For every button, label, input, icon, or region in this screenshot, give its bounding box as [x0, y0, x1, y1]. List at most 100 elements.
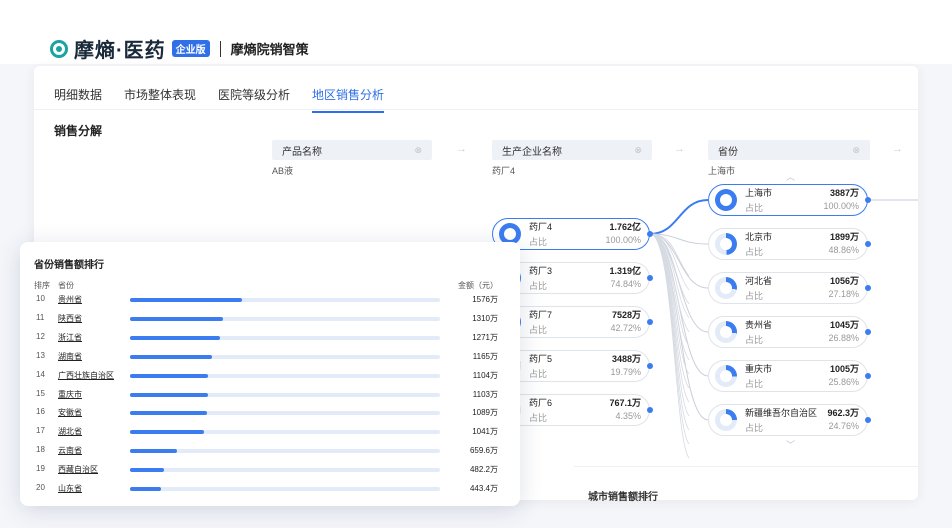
- company-pct: 42.72%: [610, 323, 641, 333]
- brand-logo[interactable]: 摩熵·医药 企业版 摩熵院销智策: [50, 34, 309, 63]
- bar-fill: [130, 335, 220, 340]
- table-row: 20 山东省 443.4万: [20, 483, 520, 501]
- filter-province-value: 上海市: [708, 166, 736, 176]
- table-row: 14 广西壮族自治区 1104万: [20, 370, 520, 388]
- bar-fill: [130, 316, 223, 321]
- amount-value: 659.6万: [469, 446, 498, 456]
- province-link[interactable]: 湖北省: [58, 426, 82, 437]
- bar-fill: [130, 373, 209, 378]
- table-row: 13 湖南省 1165万: [20, 351, 520, 369]
- rank-number: 20: [36, 483, 45, 492]
- bar-fill: [130, 354, 213, 359]
- filter-product[interactable]: 产品名称 ⊗: [272, 140, 432, 160]
- amount-value: 482.2万: [469, 465, 498, 475]
- province-link[interactable]: 安徽省: [58, 407, 82, 418]
- bar-fill: [130, 411, 208, 416]
- province-link[interactable]: 贵州省: [58, 294, 82, 305]
- company-pct: 74.84%: [610, 279, 641, 289]
- province-link[interactable]: 云南省: [58, 445, 82, 456]
- province-node[interactable]: 北京市 1899万 占比 48.86%: [708, 228, 868, 260]
- rank-number: 11: [36, 312, 45, 322]
- share-label: 占比: [745, 291, 764, 301]
- clear-icon[interactable]: ⊗: [414, 145, 422, 156]
- city-ranking-title: 城市销售额排行: [588, 492, 658, 503]
- filter-company-label: 生产企业名称: [502, 146, 562, 158]
- expand-dot[interactable]: [647, 231, 653, 237]
- province-link[interactable]: 湖南省: [58, 351, 82, 362]
- table-row: 17 湖北省 1041万: [20, 426, 520, 444]
- amount-value: 1089万: [472, 408, 498, 418]
- share-label: 占比: [745, 203, 764, 213]
- arrow-right-icon: →: [674, 143, 685, 155]
- province-node[interactable]: 河北省 1056万 占比 27.18%: [708, 272, 868, 304]
- filter-province-label: 省份: [718, 146, 738, 158]
- filter-province[interactable]: 省份 ⊗: [708, 140, 870, 160]
- rank-number: 13: [36, 350, 45, 360]
- province-node[interactable]: 贵州省 1045万 占比 26.88%: [708, 316, 868, 348]
- chevron-down-icon[interactable]: ﹀: [786, 438, 795, 451]
- arrow-right-icon: →: [456, 143, 467, 155]
- rank-number: 17: [36, 426, 45, 436]
- province-link[interactable]: 重庆市: [58, 389, 82, 400]
- ranking-title: 省份销售额排行: [34, 260, 104, 271]
- company-value: 1.762亿: [609, 222, 641, 232]
- province-value: 1056万: [829, 276, 859, 286]
- share-donut-icon: [715, 409, 737, 431]
- table-row: 16 安徽省 1089万: [20, 407, 520, 425]
- province-link[interactable]: 陕西省: [58, 313, 82, 324]
- chevron-up-icon[interactable]: ︿: [786, 170, 795, 183]
- province-link[interactable]: 西藏自治区: [58, 464, 98, 475]
- province-link[interactable]: 浙江省: [58, 332, 82, 343]
- col-province-header: 省份: [58, 281, 74, 290]
- province-link[interactable]: 广西壮族自治区: [58, 370, 114, 381]
- province-value: 1005万: [829, 364, 859, 374]
- company-name: 药厂6: [529, 398, 553, 408]
- company-value: 1.319亿: [609, 266, 641, 276]
- expand-dot[interactable]: [865, 417, 871, 423]
- rank-number: 16: [36, 407, 45, 417]
- amount-value: 1310万: [472, 313, 498, 323]
- expand-dot[interactable]: [647, 319, 653, 325]
- expand-dot[interactable]: [865, 329, 871, 335]
- company-pct: 4.35%: [615, 411, 641, 421]
- bar-fill: [130, 487, 162, 491]
- company-name: 药厂7: [529, 310, 553, 320]
- share-donut-icon: [715, 277, 737, 299]
- expand-dot[interactable]: [865, 197, 871, 203]
- share-label: 占比: [529, 325, 548, 335]
- amount-value: 1041万: [472, 427, 498, 437]
- share-label: 占比: [745, 379, 764, 389]
- clear-icon[interactable]: ⊗: [852, 145, 860, 156]
- clear-icon[interactable]: ⊗: [634, 145, 642, 156]
- bar-fill: [130, 449, 177, 454]
- share-label: 占比: [529, 281, 548, 291]
- edition-badge: 企业版: [171, 40, 210, 57]
- expand-dot[interactable]: [647, 407, 653, 413]
- province-link[interactable]: 山东省: [58, 483, 82, 494]
- expand-dot[interactable]: [647, 275, 653, 281]
- bar-track: [130, 487, 440, 491]
- province-node[interactable]: 重庆市 1005万 占比 25.86%: [708, 360, 868, 392]
- expand-dot[interactable]: [865, 285, 871, 291]
- brand-name: 摩熵·医药: [74, 40, 166, 62]
- bar-track: [130, 354, 440, 359]
- bar-track: [130, 335, 440, 340]
- bar-fill: [130, 392, 209, 397]
- province-node[interactable]: 新疆维吾尔自治区 962.3万 占比 24.76%: [708, 404, 868, 436]
- province-pct: 100.00%: [823, 201, 859, 211]
- expand-dot[interactable]: [865, 241, 871, 247]
- filter-company[interactable]: 生产企业名称 ⊗: [492, 140, 652, 160]
- share-donut-icon: [715, 233, 737, 255]
- bar-track: [130, 373, 440, 378]
- province-node[interactable]: 上海市 3887万 占比 100.00%: [708, 184, 868, 216]
- page: 摩熵·医药 企业版 摩熵院销智策 明细数据 市场整体表现 医院等级分析 地区销售…: [0, 0, 952, 528]
- header: 摩熵·医药 企业版 摩熵院销智策: [0, 0, 952, 64]
- company-name: 药厂4: [529, 222, 553, 232]
- arrow-right-icon: →: [892, 143, 903, 155]
- expand-dot[interactable]: [647, 363, 653, 369]
- expand-dot[interactable]: [865, 373, 871, 379]
- amount-value: 1104万: [472, 370, 498, 380]
- share-donut-icon: [715, 321, 737, 343]
- company-name: 药厂5: [529, 354, 553, 364]
- amount-value: 1165万: [472, 351, 498, 361]
